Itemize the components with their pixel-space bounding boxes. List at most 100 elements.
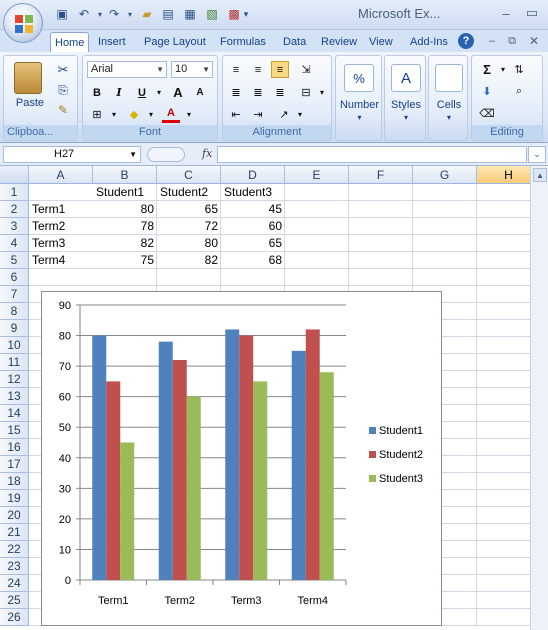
row-header-23[interactable]: 23 xyxy=(0,558,29,575)
fill-color-dropdown-icon[interactable]: ▾ xyxy=(142,106,160,123)
row-header-26[interactable]: 26 xyxy=(0,609,29,626)
row-header-22[interactable]: 22 xyxy=(0,541,29,558)
italic-button[interactable]: I xyxy=(110,84,128,101)
font-size-combo[interactable]: 10 ▼ xyxy=(171,61,213,78)
row-header-6[interactable]: 6 xyxy=(0,269,29,286)
align-left-icon[interactable]: ≣ xyxy=(227,84,245,101)
paste-icon[interactable] xyxy=(14,62,42,94)
column-header-g[interactable]: G xyxy=(413,166,477,184)
redo-icon[interactable]: ↷ xyxy=(106,6,122,22)
row-header-2[interactable]: 2 xyxy=(0,201,29,218)
percent-icon[interactable]: % xyxy=(344,64,374,92)
underline-button[interactable]: U xyxy=(133,84,151,101)
formula-bar-handle[interactable] xyxy=(147,147,185,162)
column-header-c[interactable]: C xyxy=(157,166,221,184)
column-header-a[interactable]: A xyxy=(29,166,93,184)
cell-c1[interactable]: Student2 xyxy=(160,184,218,201)
cell-d1[interactable]: Student3 xyxy=(224,184,282,201)
insert-picture-icon[interactable]: ▧ xyxy=(204,6,220,22)
cells-dropdown-icon[interactable]: ▾ xyxy=(429,112,469,122)
borders-icon[interactable]: ⊞ xyxy=(88,106,106,123)
clear-icon[interactable]: ⌫ xyxy=(478,105,496,122)
cell-b3[interactable]: 78 xyxy=(96,218,154,235)
increase-indent-icon[interactable]: ⇥ xyxy=(249,106,267,123)
ribbon-restore-icon[interactable]: ⧉ xyxy=(502,31,522,51)
row-header-21[interactable]: 21 xyxy=(0,524,29,541)
fill-color-icon[interactable]: ◆ xyxy=(125,106,143,123)
save-icon[interactable]: ▣ xyxy=(54,6,70,22)
scroll-up-icon[interactable]: ▲ xyxy=(533,168,547,182)
orientation-dropdown-icon[interactable]: ▾ xyxy=(291,106,309,123)
cells-button[interactable]: Cells xyxy=(429,98,469,112)
ribbon-minimize-icon[interactable]: ‒ xyxy=(482,31,502,51)
decrease-indent-icon[interactable]: ⇤ xyxy=(227,106,245,123)
styles-icon[interactable]: A xyxy=(391,64,421,92)
sort-filter-icon[interactable]: ⇅ xyxy=(510,61,528,78)
merge-dropdown-icon[interactable]: ▾ xyxy=(313,84,331,101)
tab-data[interactable]: Data xyxy=(279,32,310,52)
cell-c5[interactable]: 82 xyxy=(160,252,218,269)
print-preview-icon[interactable]: ▤ xyxy=(160,6,176,22)
tab-insert[interactable]: Insert xyxy=(94,32,130,52)
align-middle-icon[interactable]: ≡ xyxy=(249,61,267,78)
format-painter-brush-icon[interactable]: ✎ xyxy=(54,102,72,118)
cell-d3[interactable]: 60 xyxy=(224,218,282,235)
row-header-10[interactable]: 10 xyxy=(0,337,29,354)
number-button[interactable]: Number xyxy=(336,98,383,112)
find-select-icon[interactable]: ⌕ xyxy=(510,83,528,100)
number-dropdown-icon[interactable]: ▾ xyxy=(336,112,383,122)
row-header-5[interactable]: 5 xyxy=(0,252,29,269)
shrink-font-button[interactable]: A xyxy=(191,84,209,101)
styles-button[interactable]: Styles xyxy=(385,98,427,112)
tab-review[interactable]: Review xyxy=(317,32,361,52)
row-header-4[interactable]: 4 xyxy=(0,235,29,252)
row-header-18[interactable]: 18 xyxy=(0,473,29,490)
cell-b2[interactable]: 80 xyxy=(96,201,154,218)
row-header-15[interactable]: 15 xyxy=(0,422,29,439)
row-header-8[interactable]: 8 xyxy=(0,303,29,320)
help-icon[interactable]: ? xyxy=(458,33,474,49)
column-header-d[interactable]: D xyxy=(221,166,285,184)
paste-button[interactable]: Paste xyxy=(10,96,50,110)
fill-icon[interactable]: ⬇ xyxy=(478,83,496,100)
row-header-9[interactable]: 9 xyxy=(0,320,29,337)
cell-a5[interactable]: Term4 xyxy=(32,252,90,269)
cell-c2[interactable]: 65 xyxy=(160,201,218,218)
row-header-13[interactable]: 13 xyxy=(0,388,29,405)
chart[interactable]: 0 10 20 30 40 50 60 70 80 90 Term1 Term2 Term3 Term4 S… xyxy=(41,291,442,626)
name-box[interactable]: H27 ▼ xyxy=(3,146,141,163)
workbook-close-icon[interactable]: ✕ xyxy=(524,31,544,51)
align-right-icon[interactable]: ≣ xyxy=(271,84,289,101)
insert-function-button[interactable]: fx xyxy=(202,147,212,160)
quick-print-icon[interactable]: ▦ xyxy=(182,6,198,22)
column-header-b[interactable]: B xyxy=(93,166,157,184)
cell-a4[interactable]: Term3 xyxy=(32,235,90,252)
column-header-e[interactable]: E xyxy=(285,166,349,184)
customize-qat-icon[interactable]: ▾ xyxy=(238,6,254,22)
row-header-17[interactable]: 17 xyxy=(0,456,29,473)
open-icon[interactable]: ▰ xyxy=(139,6,155,22)
row-header-16[interactable]: 16 xyxy=(0,439,29,456)
row-header-11[interactable]: 11 xyxy=(0,354,29,371)
column-header-h[interactable]: H xyxy=(477,166,530,184)
cell-c4[interactable]: 80 xyxy=(160,235,218,252)
redo-dropdown-icon[interactable]: ▾ xyxy=(122,6,138,22)
underline-dropdown-icon[interactable]: ▾ xyxy=(150,84,168,101)
maximize-button[interactable]: ▭ xyxy=(522,3,542,23)
copy-icon[interactable]: ⎘ xyxy=(54,82,72,98)
align-center-icon[interactable]: ≣ xyxy=(249,84,267,101)
styles-dropdown-icon[interactable]: ▾ xyxy=(385,112,427,122)
grow-font-button[interactable]: A xyxy=(169,84,187,101)
expand-formula-bar-icon[interactable]: ⌄ xyxy=(528,146,546,163)
row-header-24[interactable]: 24 xyxy=(0,575,29,592)
tab-home[interactable]: Home xyxy=(50,32,90,52)
tab-formulas[interactable]: Formulas xyxy=(216,32,270,52)
tab-view[interactable]: View xyxy=(365,32,397,52)
select-all-corner[interactable] xyxy=(0,166,29,184)
column-header-f[interactable]: F xyxy=(349,166,413,184)
office-button[interactable] xyxy=(3,3,43,43)
cell-d2[interactable]: 45 xyxy=(224,201,282,218)
row-header-25[interactable]: 25 xyxy=(0,592,29,609)
undo-icon[interactable]: ↶ xyxy=(76,6,92,22)
row-header-20[interactable]: 20 xyxy=(0,507,29,524)
